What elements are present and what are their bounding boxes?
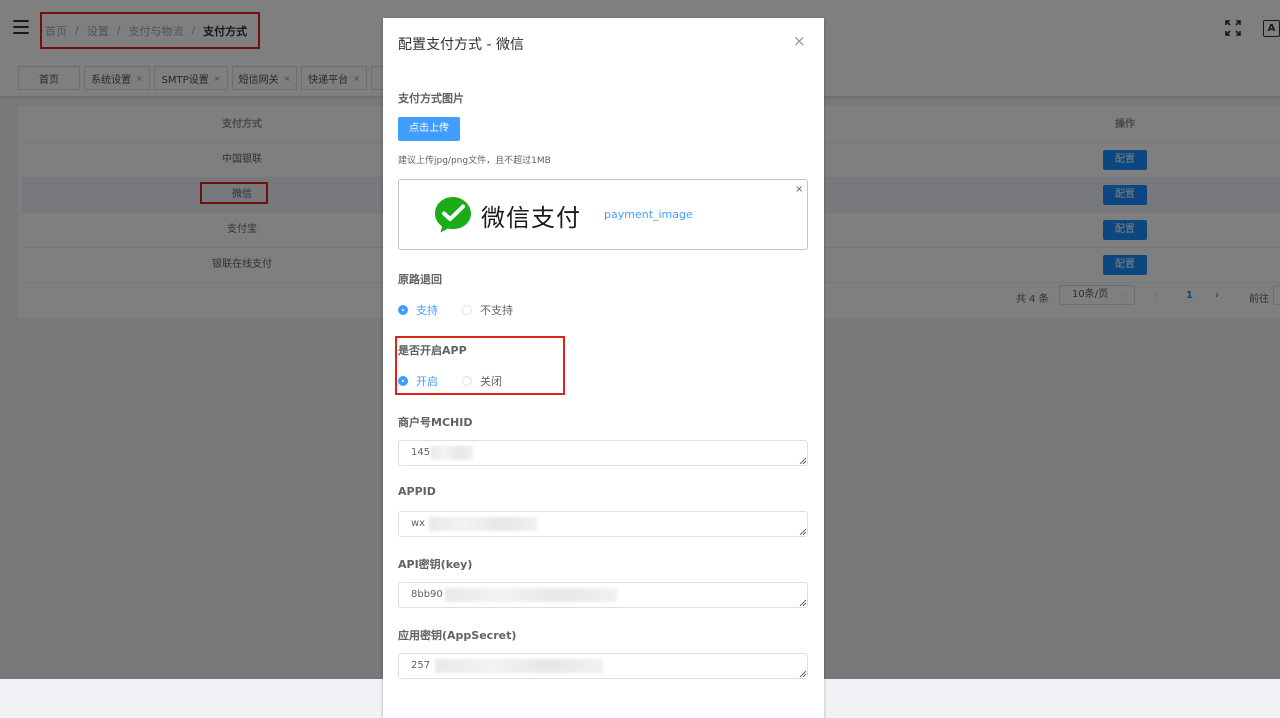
mchid-field[interactable]: 145 — [398, 440, 808, 466]
app-secret-label: 应用密钥(AppSecret) — [398, 629, 517, 642]
radio-disable-label[interactable]: 关闭 — [480, 373, 502, 389]
radio-support-label[interactable]: 支持 — [416, 302, 438, 318]
radio-not-support-label[interactable]: 不支持 — [480, 302, 513, 318]
radio-support[interactable] — [398, 305, 408, 315]
api-key-value: 8bb90 — [411, 589, 443, 600]
refund-label: 原路退回 — [398, 273, 442, 286]
app-radio-group: 开启 关闭 — [398, 373, 502, 389]
upload-button[interactable]: 点击上传 — [398, 117, 460, 141]
redacted-mask — [429, 517, 537, 531]
radio-enable[interactable] — [398, 376, 408, 386]
remove-image-icon[interactable]: × — [795, 184, 803, 195]
wechat-pay-logo-text: 微信支付 — [481, 204, 581, 232]
api-key-label: API密钥(key) — [398, 558, 473, 571]
close-icon[interactable]: × — [793, 32, 806, 50]
radio-disable[interactable] — [462, 376, 472, 386]
appid-label: APPID — [398, 485, 436, 498]
redacted-mask — [445, 588, 617, 602]
upload-tip: 建议上传jpg/png文件，且不超过1MB — [398, 156, 551, 166]
appid-value: wx — [411, 518, 426, 529]
resize-handle-icon[interactable] — [799, 528, 806, 535]
image-caption: payment_image — [604, 208, 693, 221]
radio-enable-label[interactable]: 开启 — [416, 373, 438, 389]
app-secret-value: 257 — [411, 660, 431, 671]
image-field-label: 支付方式图片 — [398, 92, 464, 105]
resize-handle-icon[interactable] — [799, 599, 806, 606]
refund-radio-group: 支持 不支持 — [398, 302, 513, 318]
uploaded-image-preview: × 微信支付 payment_image — [398, 179, 808, 250]
dialog-title: 配置支付方式 - 微信 — [398, 37, 524, 53]
appid-field[interactable]: wx — [398, 511, 808, 537]
redacted-mask — [435, 659, 603, 673]
mchid-value: 145 — [411, 447, 431, 458]
configure-payment-dialog: 配置支付方式 - 微信 × 支付方式图片 点击上传 建议上传jpg/png文件，… — [383, 18, 824, 718]
app-enable-label: 是否开启APP — [398, 344, 467, 357]
mchid-label: 商户号MCHID — [398, 416, 473, 429]
app-secret-field[interactable]: 257 — [398, 653, 808, 679]
wechat-pay-logo-icon — [433, 195, 473, 235]
resize-handle-icon[interactable] — [799, 457, 806, 464]
redacted-mask — [431, 446, 473, 460]
api-key-field[interactable]: 8bb90 — [398, 582, 808, 608]
radio-not-support[interactable] — [462, 305, 472, 315]
resize-handle-icon[interactable] — [799, 670, 806, 677]
